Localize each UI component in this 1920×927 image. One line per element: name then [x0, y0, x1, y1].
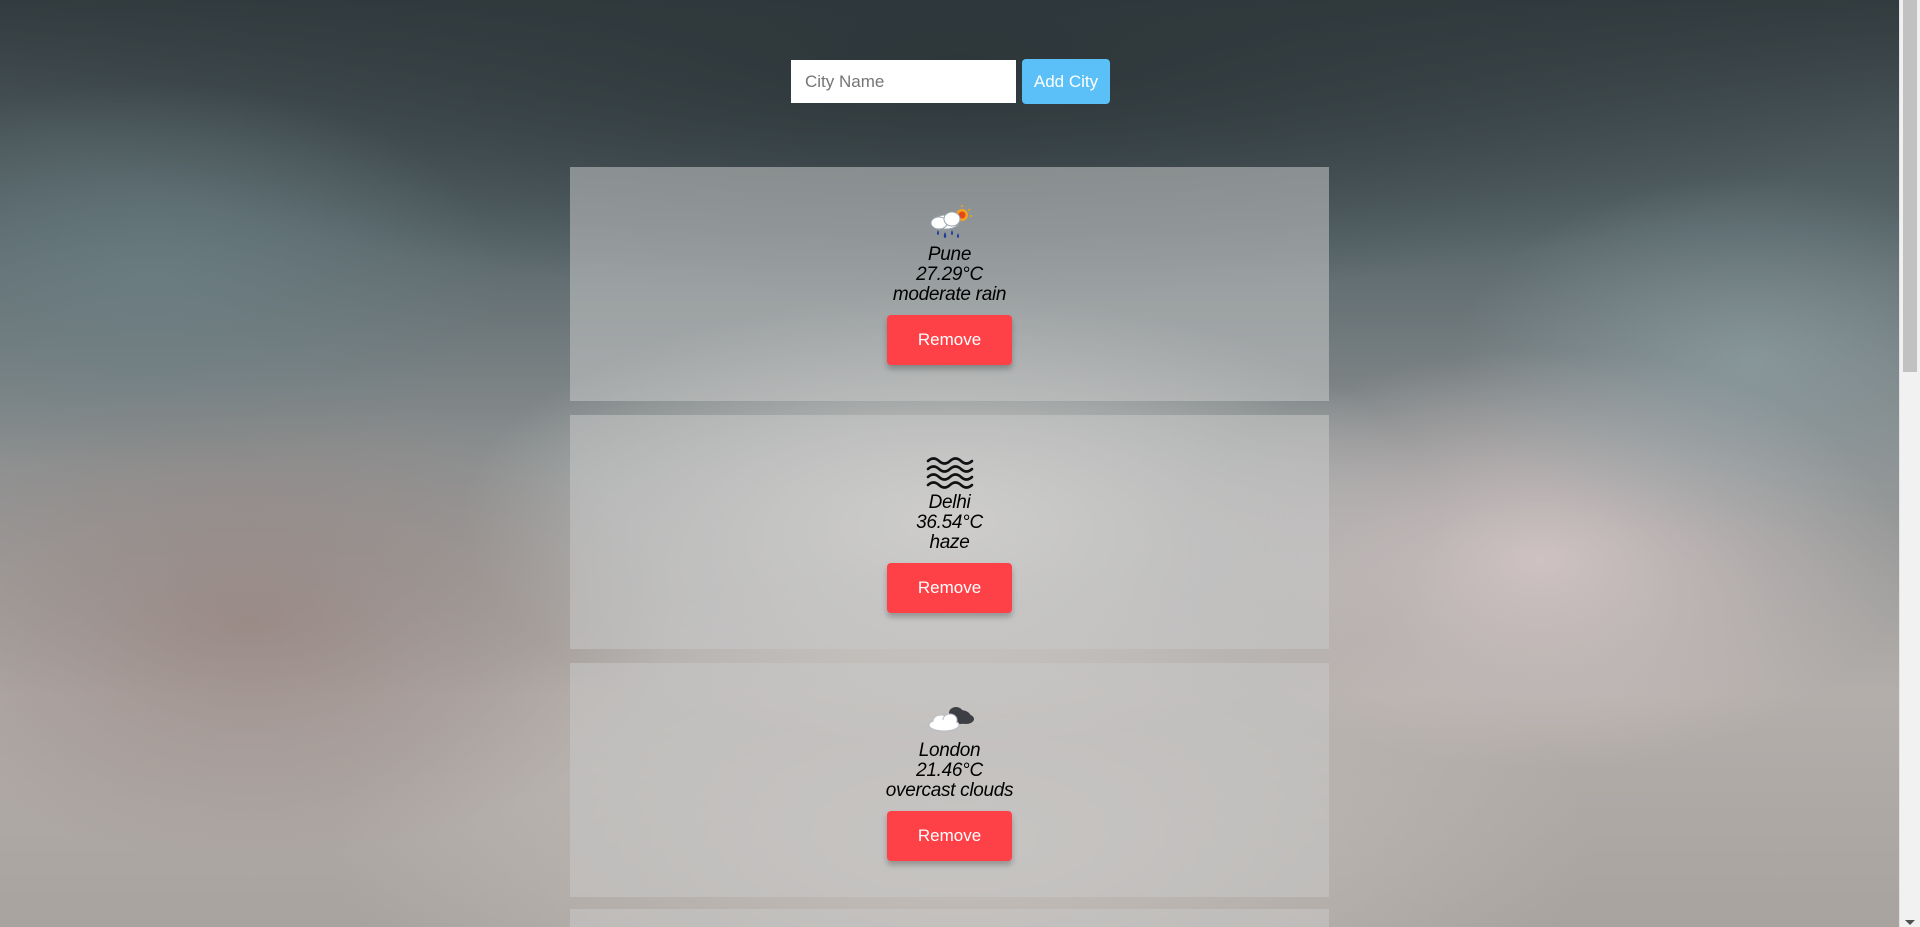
- remove-button[interactable]: Remove: [887, 563, 1012, 613]
- rain-sun-icon: [924, 203, 976, 243]
- add-city-form: Add City: [791, 59, 1110, 104]
- remove-button[interactable]: Remove: [887, 315, 1012, 365]
- haze-icon: [924, 451, 976, 491]
- scrollbar-thumb[interactable]: [1903, 0, 1917, 372]
- vertical-scrollbar[interactable]: [1899, 0, 1920, 927]
- remove-button[interactable]: Remove: [887, 811, 1012, 861]
- temperature: 21.46°C: [916, 760, 983, 781]
- weather-description: overcast clouds: [885, 780, 1014, 801]
- city-name: London: [918, 740, 981, 761]
- temperature: 27.29°C: [916, 264, 983, 285]
- weather-card: Pune 27.29°C moderate rain Remove: [570, 167, 1329, 401]
- weather-card: Delhi 36.54°C haze Remove: [570, 415, 1329, 649]
- weather-card: London 21.46°C overcast clouds Remove: [570, 663, 1329, 897]
- temperature: 36.54°C: [916, 512, 983, 533]
- add-city-button[interactable]: Add City: [1022, 59, 1110, 104]
- scroll-down-arrow-icon[interactable]: [1905, 920, 1915, 925]
- overcast-clouds-icon: [924, 699, 976, 739]
- weather-card-partial: [570, 909, 1329, 927]
- weather-description: haze: [929, 532, 970, 553]
- weather-card-list: Pune 27.29°C moderate rain Remove Delhi …: [570, 167, 1329, 911]
- weather-description: moderate rain: [892, 284, 1007, 305]
- city-name: Pune: [927, 244, 972, 265]
- city-name: Delhi: [928, 492, 971, 513]
- city-name-input[interactable]: [791, 60, 1016, 103]
